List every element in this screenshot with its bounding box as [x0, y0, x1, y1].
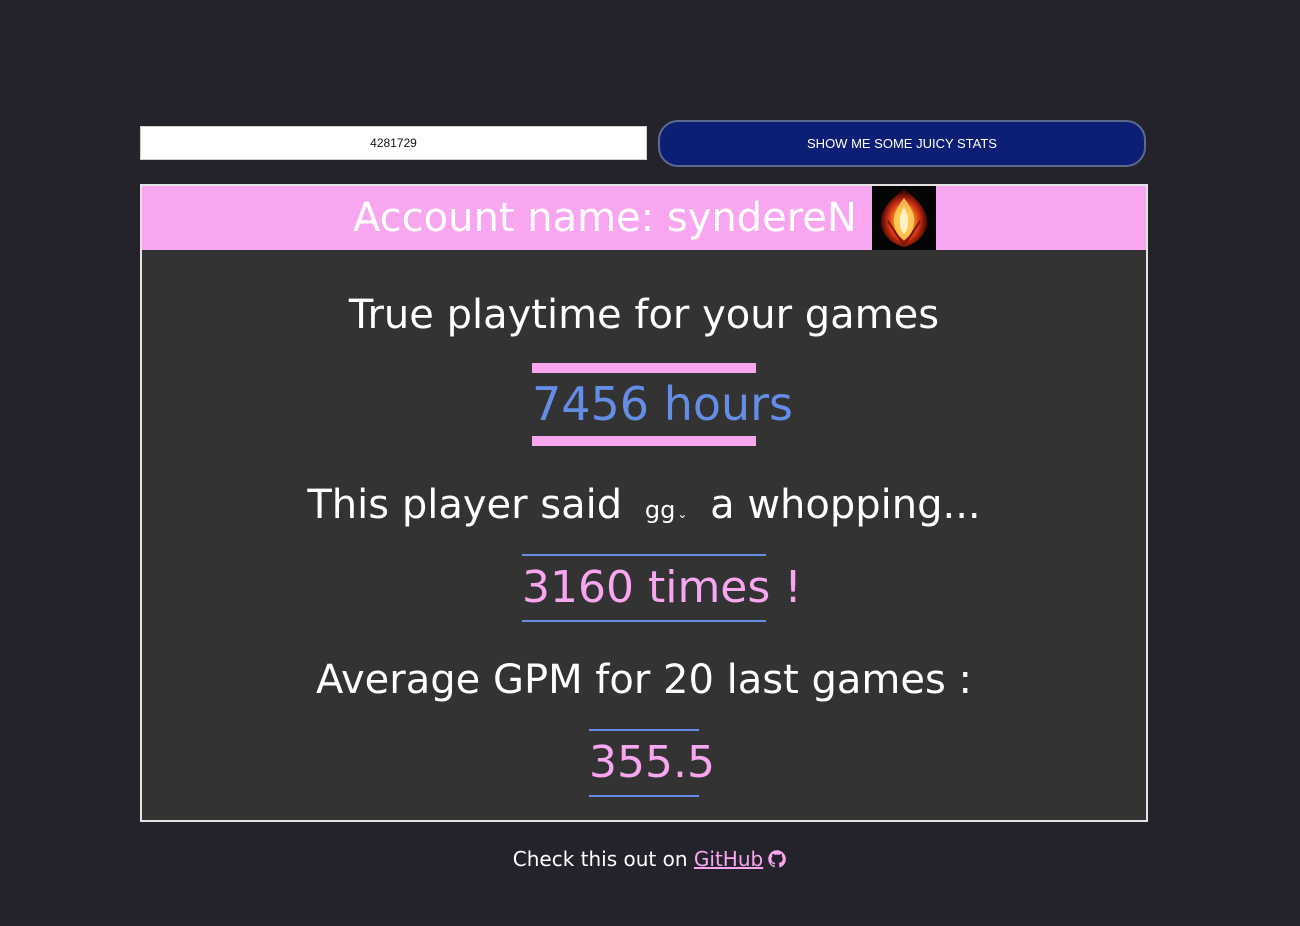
footer-text: Check this out on	[512, 847, 688, 871]
playtime-label: True playtime for your games	[348, 292, 940, 338]
account-name: Account name: syndereN	[353, 195, 857, 241]
stats-card: Account name: syndereN True playtime for…	[140, 184, 1148, 822]
github-icon	[768, 850, 787, 868]
account-header: Account name: syndereN	[142, 186, 1146, 250]
phrase-selected-value: gg	[644, 496, 676, 524]
search-row: SHOW ME SOME JUICY STATS	[140, 120, 1146, 167]
account-id-input[interactable]	[140, 126, 647, 160]
github-link-label: GitHub	[693, 847, 764, 871]
phrase-select[interactable]: gg ⌄	[645, 494, 688, 530]
avatar	[872, 186, 936, 250]
footer: Check this out on GitHub	[0, 844, 1300, 874]
gpm-value: 355.5	[589, 729, 715, 797]
phrase-suffix: a whopping...	[710, 482, 981, 528]
chevron-down-icon: ⌄	[677, 507, 688, 521]
phrase-prefix: This player said	[307, 482, 623, 528]
gpm-label: Average GPM for 20 last games :	[315, 657, 972, 703]
show-stats-button[interactable]: SHOW ME SOME JUICY STATS	[658, 120, 1146, 167]
playtime-value: 7456 hours	[532, 363, 793, 446]
avatar-flame-icon	[872, 186, 936, 250]
phrase-count-label: This player said gg ⌄ a whopping...	[142, 481, 1146, 530]
github-link[interactable]: GitHub	[694, 847, 787, 871]
phrase-count-value: 3160 times !	[522, 554, 802, 622]
